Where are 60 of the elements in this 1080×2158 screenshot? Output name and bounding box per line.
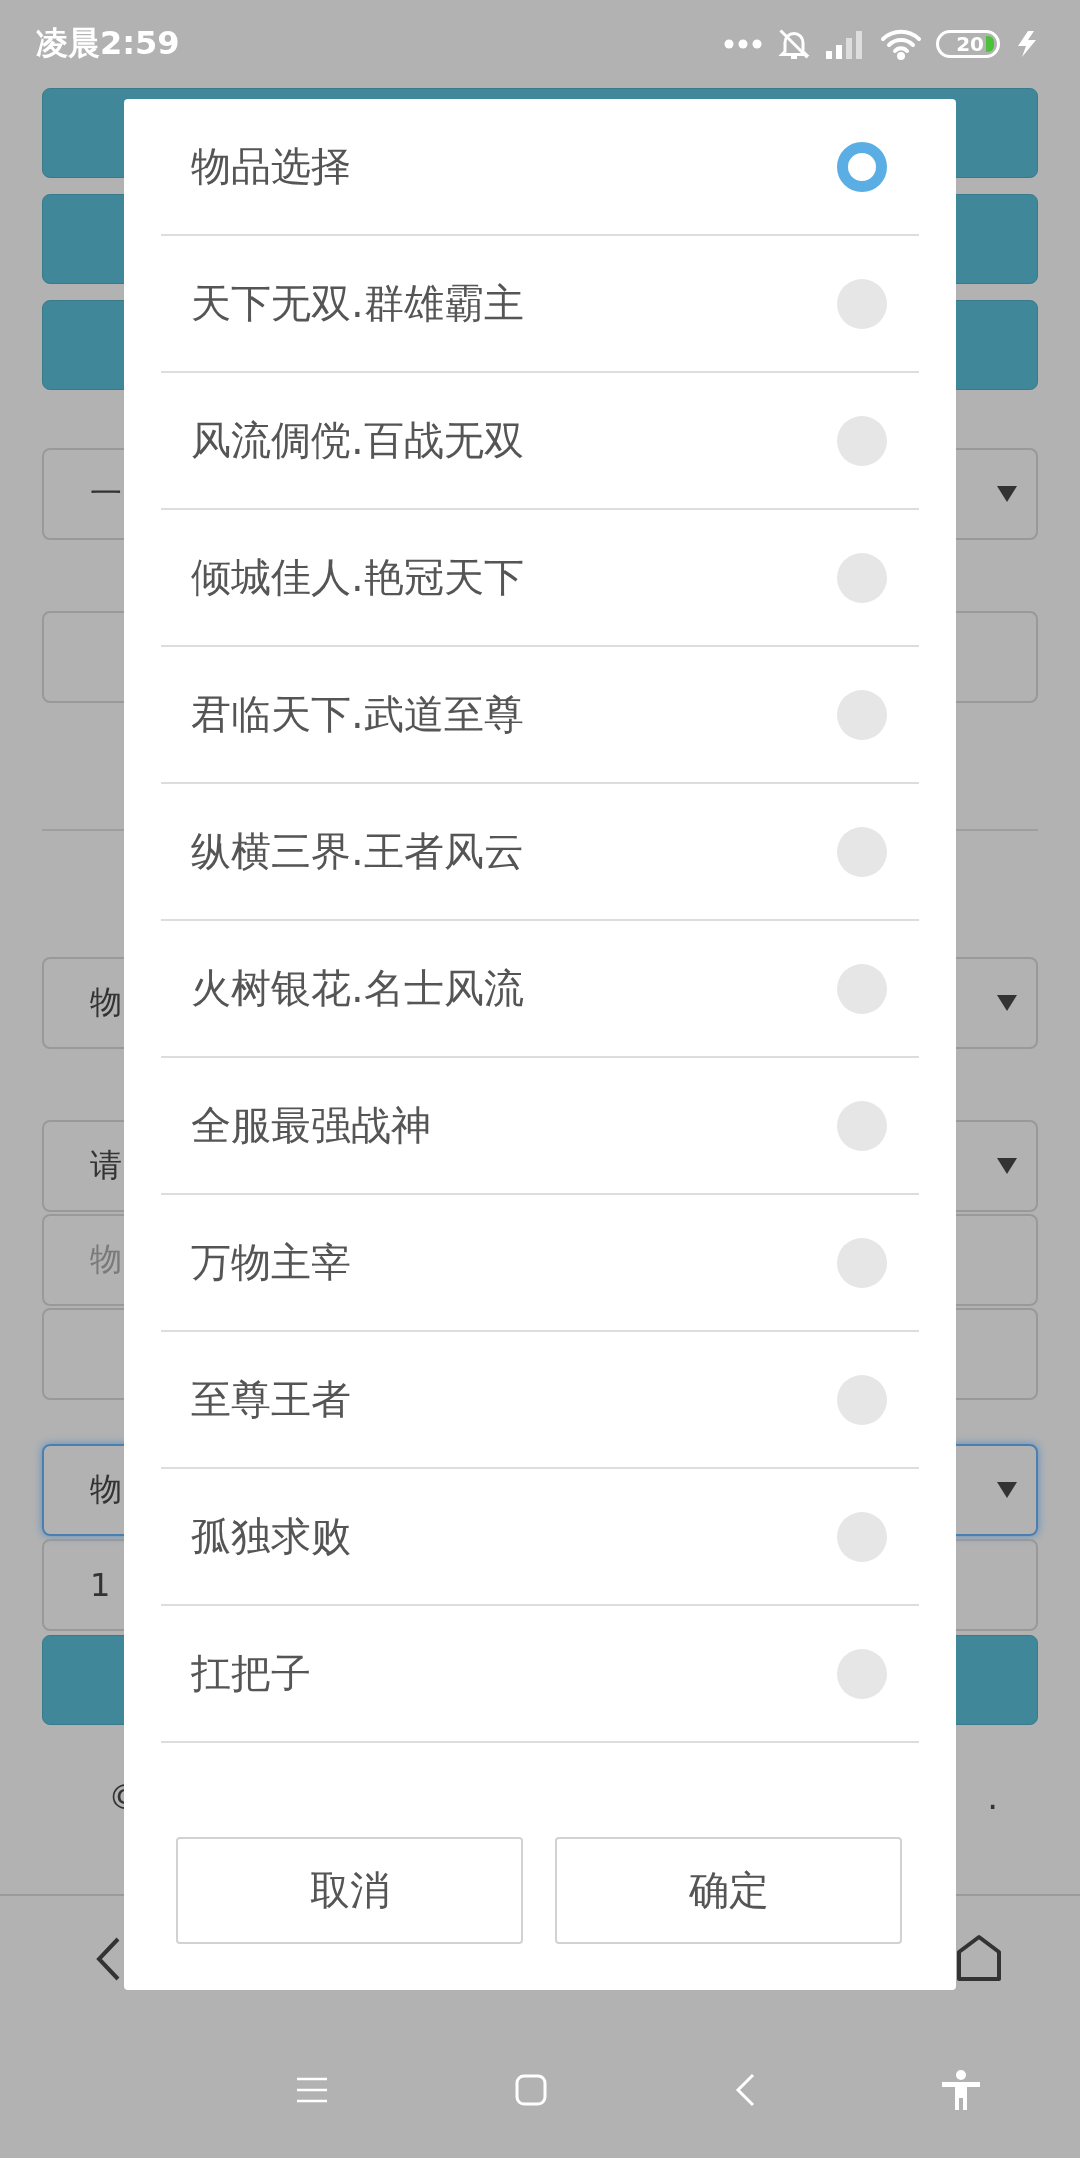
option-row[interactable]: 纵横三界.王者风云: [161, 784, 919, 921]
option-label: 物品选择: [191, 142, 351, 191]
option-row[interactable]: 全服最强战神: [161, 1058, 919, 1195]
option-row[interactable]: 风流倜傥.百战无双: [161, 373, 919, 510]
field-value: 物: [90, 1469, 122, 1510]
cancel-button[interactable]: 取消: [176, 1837, 523, 1944]
wifi-icon: [880, 28, 922, 60]
radio-button[interactable]: [837, 1374, 887, 1425]
option-label: 纵横三界.王者风云: [191, 827, 524, 876]
option-label: 风流倜傥.百战无双: [191, 416, 524, 465]
back-icon[interactable]: [96, 1937, 120, 1981]
battery-charge-fill: [986, 36, 994, 52]
option-row[interactable]: 火树银花.名士风流: [161, 921, 919, 1058]
radio-button[interactable]: [837, 826, 887, 877]
option-row[interactable]: 扛把子: [161, 1606, 919, 1743]
option-row[interactable]: 倾城佳人.艳冠天下: [161, 510, 919, 647]
option-label: 至尊王者: [191, 1375, 351, 1424]
caret-icon: [996, 1157, 1018, 1175]
caret-icon: [996, 994, 1018, 1012]
option-label: 孤独求败: [191, 1512, 351, 1561]
option-row[interactable]: 君临天下.武道至尊: [161, 647, 919, 784]
battery-level: 20: [956, 34, 984, 54]
radio-button[interactable]: [837, 1511, 887, 1562]
option-row[interactable]: 孤独求败: [161, 1469, 919, 1606]
more-icon: [724, 39, 762, 49]
footer-text: .: [987, 1777, 998, 1817]
option-label: 万物主宰: [191, 1238, 351, 1287]
home-icon[interactable]: [956, 1934, 1002, 1984]
field-value: 物: [90, 982, 122, 1023]
option-label: 天下无双.群雄霸主: [191, 279, 524, 328]
caret-icon: [996, 485, 1018, 503]
bell-off-icon: [776, 26, 812, 62]
option-label: 君临天下.武道至尊: [191, 690, 524, 739]
square-icon[interactable]: [515, 2074, 548, 2106]
placeholder-text: 物: [90, 1239, 122, 1280]
option-row[interactable]: 天下无双.群雄霸主: [161, 236, 919, 373]
radio-button[interactable]: [837, 141, 887, 192]
accessibility-icon[interactable]: [942, 2070, 980, 2110]
option-row[interactable]: 至尊王者: [161, 1332, 919, 1469]
menu-icon[interactable]: [296, 2076, 328, 2104]
option-row[interactable]: 万物主宰: [161, 1195, 919, 1332]
field-value: 一: [90, 473, 122, 514]
radio-button[interactable]: [837, 963, 887, 1014]
option-label: 火树银花.名士风流: [191, 964, 524, 1013]
radio-button[interactable]: [837, 415, 887, 466]
confirm-button[interactable]: 确定: [555, 1837, 902, 1944]
radio-button[interactable]: [837, 278, 887, 329]
option-row[interactable]: 物品选择: [161, 99, 919, 236]
radio-button[interactable]: [837, 552, 887, 603]
option-label: 倾城佳人.艳冠天下: [191, 553, 524, 602]
option-label: 扛把子: [191, 1649, 311, 1698]
caret-icon: [996, 1481, 1018, 1499]
radio-button[interactable]: [837, 1648, 887, 1699]
radio-button[interactable]: [837, 689, 887, 740]
field-value: 1: [90, 1566, 111, 1604]
radio-button[interactable]: [837, 1100, 887, 1151]
option-label: 全服最强战神: [191, 1101, 431, 1150]
radio-button[interactable]: [837, 1237, 887, 1288]
field-value: 请: [90, 1145, 122, 1186]
clock-time: 凌晨2:59: [36, 23, 180, 64]
